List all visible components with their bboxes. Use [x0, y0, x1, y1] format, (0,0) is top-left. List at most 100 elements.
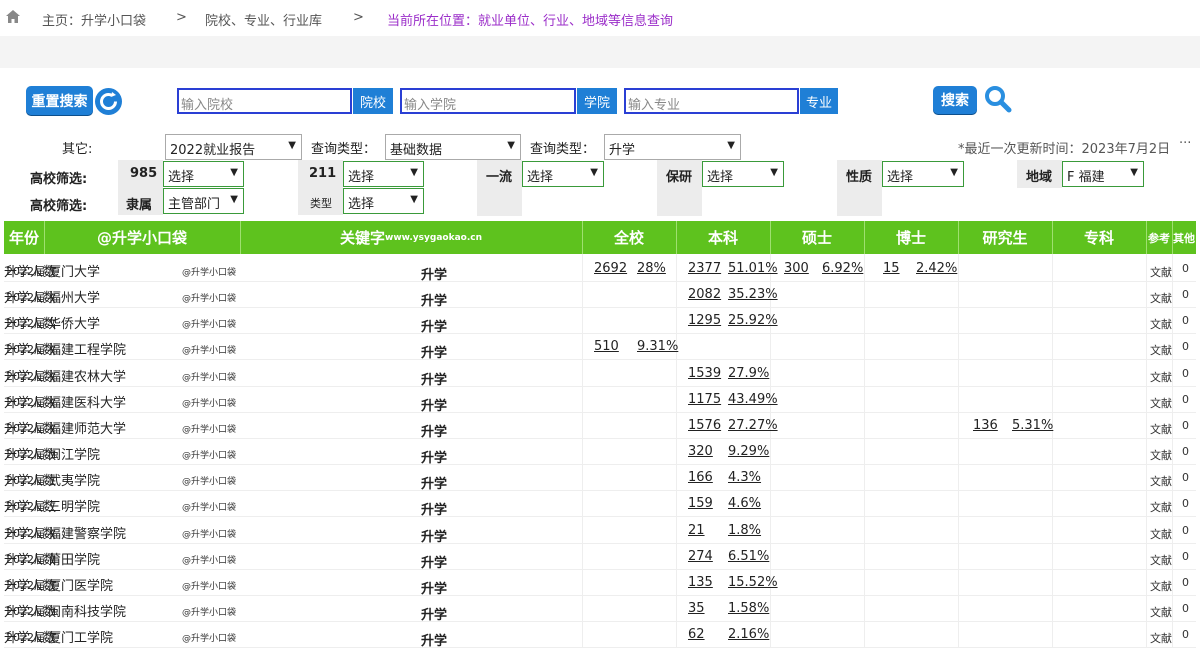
- other-value: 0: [1182, 418, 1189, 432]
- nature-select[interactable]: 选择 ▼: [882, 161, 964, 187]
- keyword-label-cell: 升学人数: [4, 578, 57, 594]
- reference-link[interactable]: 文献: [1150, 499, 1172, 515]
- reference-link[interactable]: 文献: [1150, 369, 1172, 385]
- college-tag: 学院: [577, 88, 617, 114]
- header-junior: 专科: [1083, 229, 1114, 247]
- chevron-down-icon: ▼: [590, 167, 598, 178]
- more-icon[interactable]: ···: [1179, 136, 1191, 151]
- reference-link[interactable]: 文献: [1150, 264, 1172, 280]
- keyword-cell: 升学: [421, 451, 448, 467]
- reference-link[interactable]: 文献: [1150, 630, 1172, 646]
- keyword-label-cell: 升学人数: [4, 343, 57, 359]
- table-row: 2022届 福州大学 @升学小口袋 升学人数 升学 2082 35.23% 文献 0: [4, 281, 1196, 310]
- percent-value: 51.01%: [728, 261, 778, 276]
- reference-link[interactable]: 文献: [1150, 395, 1172, 411]
- brand-tag-cell: @升学小口袋: [182, 451, 237, 462]
- percent-value: 6.92%: [822, 261, 864, 276]
- first-class-select[interactable]: 选择 ▼: [522, 161, 604, 187]
- header-bachelor: 本科: [707, 229, 738, 247]
- breadcrumb-library-link[interactable]: 院校、专业、行业库: [205, 10, 322, 29]
- reference-link[interactable]: 文献: [1150, 316, 1172, 332]
- chevron-down-icon: ▼: [1130, 167, 1138, 178]
- reference-link[interactable]: 文献: [1150, 473, 1172, 489]
- keyword-cell: 升学: [421, 346, 448, 362]
- header-postgrad: 研究生: [982, 229, 1028, 247]
- keyword-cell: 升学: [421, 503, 448, 519]
- query-type-value: 基础数据: [390, 143, 443, 158]
- other-value: 0: [1182, 392, 1189, 406]
- header-ref: 参考: [1148, 231, 1170, 245]
- school-input[interactable]: 输入院校: [177, 88, 352, 114]
- school-name-cell[interactable]: 福建农林大学: [48, 366, 126, 385]
- 985-select[interactable]: 选择 ▼: [163, 161, 244, 187]
- other-value: 0: [1182, 366, 1189, 380]
- percent-value: 1.8%: [728, 522, 762, 538]
- school-name-cell[interactable]: 福建医科大学: [48, 392, 126, 411]
- query-category-select[interactable]: 升学 ▼: [604, 134, 741, 160]
- region-label: 地域: [1026, 170, 1053, 185]
- reset-search-button[interactable]: 重置搜索: [26, 86, 93, 115]
- reference-link[interactable]: 文献: [1150, 342, 1172, 358]
- reference-link[interactable]: 文献: [1150, 290, 1172, 306]
- school-name-cell[interactable]: 福建工程学院: [48, 339, 126, 358]
- report-select[interactable]: 2022就业报告 ▼: [165, 134, 302, 160]
- keyword-label-cell: 升学人数: [4, 526, 57, 542]
- table-row: 2022届 厦门工学院 @升学小口袋 升学人数 升学 62 2.16% 文献 0: [4, 621, 1196, 649]
- type-select[interactable]: 选择 ▼: [343, 188, 424, 214]
- breadcrumb-current: 当前所在位置：就业单位、行业、地域等信息查询: [387, 14, 674, 29]
- reference-link[interactable]: 文献: [1150, 421, 1172, 437]
- breadcrumb-separator: >: [353, 10, 364, 25]
- percent-value: 15.52%: [728, 574, 778, 590]
- chevron-down-icon: ▼: [288, 140, 296, 151]
- school-name-cell[interactable]: 厦门医学院: [48, 575, 113, 594]
- school-name-cell[interactable]: 闽南科技学院: [48, 601, 126, 620]
- school-name-cell[interactable]: 福建警察学院: [48, 523, 126, 542]
- college-input[interactable]: 输入学院: [400, 88, 576, 114]
- chevron-down-icon: ▼: [770, 167, 778, 178]
- spacer-band: [0, 36, 1200, 68]
- count-value: 135: [688, 574, 713, 590]
- 985-label: 985: [130, 166, 158, 181]
- table-row: 2022届 闽南科技学院 @升学小口袋 升学人数 升学 35 1.58% 文献 0: [4, 595, 1196, 623]
- home-icon[interactable]: [6, 10, 20, 23]
- region-select[interactable]: F 福建 ▼: [1062, 161, 1144, 187]
- keyword-label-cell: 升学人数: [4, 448, 57, 464]
- first-class-label: 一流: [486, 170, 513, 185]
- affiliation-select[interactable]: 主管部门 ▼: [163, 188, 244, 214]
- header-master: 硕士: [801, 229, 832, 247]
- keyword-label-cell: 升学人数: [4, 631, 57, 647]
- breadcrumb-separator: >: [176, 10, 187, 25]
- count-value: 1576: [688, 417, 722, 433]
- count-value: 62: [688, 627, 705, 643]
- school-name-cell[interactable]: 厦门工学院: [48, 627, 113, 646]
- chevron-down-icon: ▼: [410, 194, 418, 205]
- postgrad-select[interactable]: 选择 ▼: [702, 161, 784, 187]
- refresh-icon[interactable]: [95, 88, 122, 115]
- major-input[interactable]: 输入专业: [624, 88, 799, 114]
- keyword-cell: 升学: [421, 581, 448, 597]
- search-icon[interactable]: [983, 84, 1013, 114]
- chevron-down-icon: ▼: [950, 167, 958, 178]
- school-tag: 院校: [353, 88, 393, 114]
- reference-link[interactable]: 文献: [1150, 578, 1172, 594]
- query-type-select[interactable]: 基础数据 ▼: [385, 134, 521, 160]
- chevron-down-icon: ▼: [230, 194, 238, 205]
- reference-link[interactable]: 文献: [1150, 552, 1172, 568]
- keyword-label-cell: 升学人数: [4, 265, 57, 280]
- table-row: 2022届 福建师范大学 @升学小口袋 升学人数 升学 1576 27.27% 136 5.31…: [4, 412, 1196, 440]
- search-button[interactable]: 搜索: [933, 86, 977, 114]
- reference-link[interactable]: 文献: [1150, 526, 1172, 542]
- count-value: 320: [688, 444, 713, 460]
- header-all: 全校: [613, 229, 644, 247]
- keyword-cell: 升学: [421, 320, 448, 336]
- keyword-cell: 升学: [421, 294, 448, 310]
- reference-link[interactable]: 文献: [1150, 447, 1172, 463]
- screen-label: 高校筛选:: [30, 199, 88, 214]
- 211-select[interactable]: 选择 ▼: [343, 161, 424, 187]
- reference-link[interactable]: 文献: [1150, 604, 1172, 620]
- breadcrumb-home-link[interactable]: 主页：升学小口袋: [42, 10, 146, 29]
- school-name-cell[interactable]: 福建师范大学: [48, 418, 126, 437]
- count-value: 35: [688, 600, 705, 616]
- brand-tag-cell: @升学小口袋: [182, 555, 237, 566]
- keyword-label-cell: 升学人数: [4, 604, 57, 620]
